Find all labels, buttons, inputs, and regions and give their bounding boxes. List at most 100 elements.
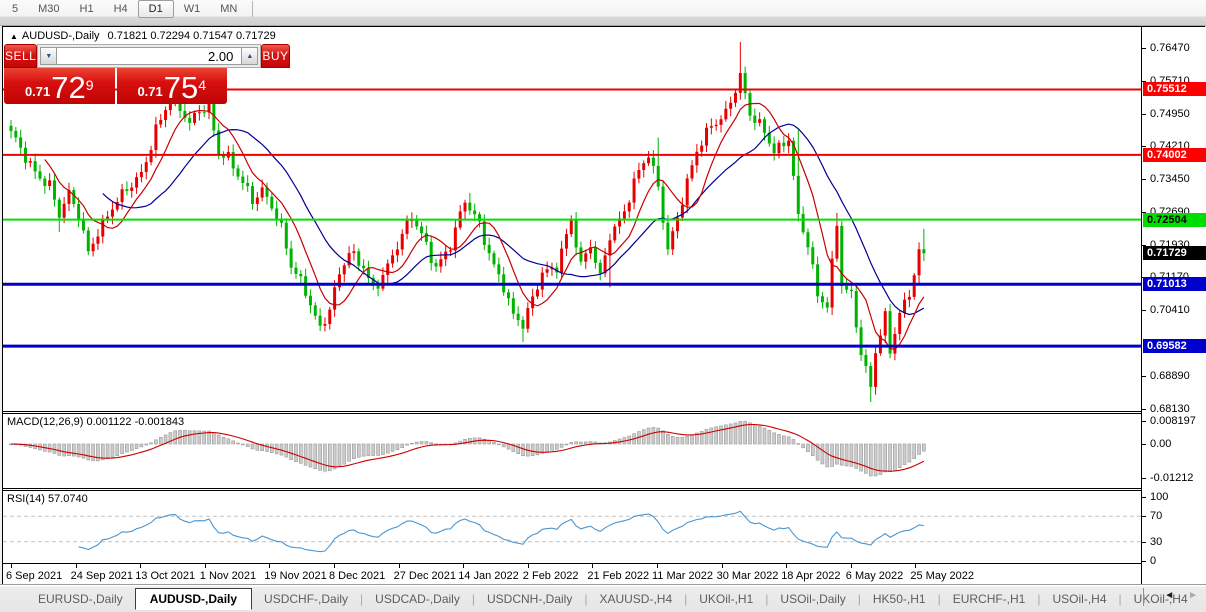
chart-tab-usoil-h4[interactable]: USOil-,H4 <box>1040 589 1118 609</box>
axis-tick-label: 0.008197 <box>1150 415 1196 427</box>
date-label: 27 Dec 2021 <box>393 570 456 582</box>
price-tag-0.72504: 0.72504 <box>1143 213 1206 227</box>
volume-input[interactable] <box>57 47 242 65</box>
timeframe-button-H1[interactable]: H1 <box>70 0 104 18</box>
date-tick <box>334 564 335 568</box>
price-tag-0.71729: 0.71729 <box>1143 246 1206 260</box>
axis-tick-label: 0.00 <box>1150 438 1172 450</box>
date-label: 8 Dec 2021 <box>329 570 386 582</box>
price-tag-0.75512: 0.75512 <box>1143 82 1206 96</box>
ask-prefix: 0.71 <box>137 84 163 99</box>
date-tick <box>463 564 465 568</box>
date-tick <box>721 564 723 568</box>
timeframe-toolbar: 5 M30 H1 H4 D1 W1 MN <box>0 0 1206 26</box>
symbol-label: AUDUSD-,Daily <box>21 30 100 42</box>
date-label: 19 Nov 2021 <box>264 570 327 582</box>
axis-tick-label: 0.68890 <box>1150 370 1190 382</box>
timeframe-button-W1[interactable]: W1 <box>174 0 211 18</box>
chart-tab-usoil-daily[interactable]: USOil-,Daily <box>768 589 857 609</box>
date-label: 1 Nov 2021 <box>199 570 257 582</box>
axis-tick <box>1142 409 1146 410</box>
axis-tick <box>1142 421 1146 422</box>
chart-tab-eurchf-h1[interactable]: EURCHF-,H1 <box>941 589 1038 609</box>
ask-price-button[interactable]: 0.71 75 4 <box>116 68 227 105</box>
axis-tick <box>1142 310 1146 311</box>
date-tick <box>657 564 658 568</box>
up-arrow-icon: ▲ <box>246 52 254 60</box>
chart-tab-hk50-h1[interactable]: HK50-,H1 <box>861 589 938 609</box>
timeframe-button-5[interactable]: 5 <box>2 0 28 18</box>
rsi-pane[interactable]: RSI(14) 57.0740 <box>3 491 1141 563</box>
price-tag-0.69582: 0.69582 <box>1143 339 1206 353</box>
bid-big-digits: 72 <box>51 70 86 105</box>
axis-tick <box>1142 478 1146 479</box>
axis-tick <box>1142 114 1146 115</box>
date-label: 24 Sep 2021 <box>70 570 133 582</box>
mt4-app: 5 M30 H1 H4 D1 W1 MN ▲ AUDUSD-,Daily 0.71821 0.7… <box>0 0 1206 612</box>
chart-tab-xauusd-h4[interactable]: XAUUSD-,H4 <box>587 589 684 609</box>
axis-tick <box>1142 48 1146 49</box>
date-label: 11 Mar 2022 <box>652 570 713 582</box>
tabs-scroll-nav: ◄ ► <box>1164 590 1198 601</box>
date-tick <box>269 564 271 568</box>
date-label: 30 Mar 2022 <box>716 570 779 582</box>
chart-tab-ukoil-h1[interactable]: UKOil-,H1 <box>687 589 765 609</box>
axis-tick-label: 70 <box>1150 510 1163 522</box>
price-pane[interactable]: ▲ AUDUSD-,Daily 0.71821 0.72294 0.71547 0.… <box>3 27 1141 411</box>
volume-increase-button[interactable]: ▲ <box>241 47 259 65</box>
axis-tick-label: 100 <box>1150 491 1169 503</box>
chart-tab-usdchf-daily[interactable]: USDCHF-,Daily <box>252 589 360 609</box>
axis-tick <box>1142 516 1146 517</box>
chart-tab-audusd-daily[interactable]: AUDUSD-,Daily <box>134 588 253 610</box>
toolbar-separator <box>252 1 253 17</box>
sell-button[interactable]: SELL <box>4 44 38 68</box>
axis-tick-label: 0.76470 <box>1150 42 1190 54</box>
bid-prefix: 0.71 <box>24 84 51 99</box>
chart-tabs: EURUSD-,Daily AUDUSD-,Daily USDCHF-,Daily |… <box>26 587 1200 611</box>
timeframe-button-M30[interactable]: M30 <box>28 0 69 18</box>
price-tag-0.74002: 0.74002 <box>1143 148 1206 162</box>
axis-tick-label: 30 <box>1150 536 1163 548</box>
tabs-scroll-left-icon[interactable]: ◄ <box>1164 590 1174 601</box>
bid-price-button[interactable]: 0.71 72 9 <box>4 68 115 104</box>
buy-button[interactable]: BUY <box>261 44 290 68</box>
timeframe-button-MN[interactable]: MN <box>210 0 247 18</box>
price-tag-0.71013: 0.71013 <box>1143 277 1206 291</box>
rsi-chart <box>3 510 1141 553</box>
chart-tab-eurusd-daily[interactable]: EURUSD-,Daily <box>26 589 135 609</box>
date-tick <box>204 564 206 568</box>
macd-pane[interactable]: MACD(12,26,9) 0.001122 -0.001843 <box>3 414 1141 488</box>
chart-title: ▲ AUDUSD-,Daily 0.71821 0.72294 0.71547 0.… <box>10 30 276 42</box>
axis-tick <box>1142 179 1146 180</box>
date-tick <box>786 564 788 568</box>
date-label: 6 Sep 2021 <box>6 570 63 582</box>
price-axis[interactable]: 0.76470 0.75710 0.74950 0.74210 0.73450 0.726… <box>1141 27 1206 584</box>
date-label: 13 Oct 2021 <box>135 570 196 582</box>
chart-panes: ▲ AUDUSD-,Daily 0.71821 0.72294 0.71547 0.… <box>3 27 1141 584</box>
date-tick <box>398 564 400 568</box>
bid-pip-digit: 9 <box>85 77 94 93</box>
ohlc-values: 0.71821 0.72294 0.71547 0.71729 <box>107 30 276 42</box>
tabs-nav-separator <box>1143 588 1144 606</box>
axis-tick-label: 0.68130 <box>1150 403 1190 415</box>
date-label: 21 Feb 2022 <box>587 570 650 582</box>
axis-tick <box>1142 561 1146 562</box>
axis-tick <box>1142 376 1146 377</box>
date-tick <box>75 564 77 568</box>
chart-tab-usdcad-daily[interactable]: USDCAD-,Daily <box>363 589 472 609</box>
timeframe-button-D1[interactable]: D1 <box>137 0 174 18</box>
ask-big-digits: 75 <box>163 70 199 105</box>
collapse-arrow-icon[interactable]: ▲ <box>10 32 18 41</box>
chart-window[interactable]: ▲ AUDUSD-,Daily 0.71821 0.72294 0.71547 0.… <box>2 26 1206 584</box>
timeframe-button-H4[interactable]: H4 <box>104 0 138 18</box>
date-tick <box>527 564 529 568</box>
date-label: 25 May 2022 <box>910 570 974 582</box>
date-tick <box>140 564 142 568</box>
rsi-label: RSI(14) 57.0740 <box>7 493 88 505</box>
time-axis[interactable]: 6 Sep 2021 24 Sep 2021 13 Oct 2021 1 Nov 20… <box>3 563 1141 584</box>
axis-tick <box>1142 497 1146 498</box>
chart-tab-usdcnh-daily[interactable]: USDCNH-,Daily <box>475 589 584 609</box>
axis-tick <box>1142 444 1146 445</box>
volume-decrease-button[interactable]: ▼ <box>40 47 58 65</box>
tabs-scroll-right-icon[interactable]: ► <box>1188 590 1198 601</box>
